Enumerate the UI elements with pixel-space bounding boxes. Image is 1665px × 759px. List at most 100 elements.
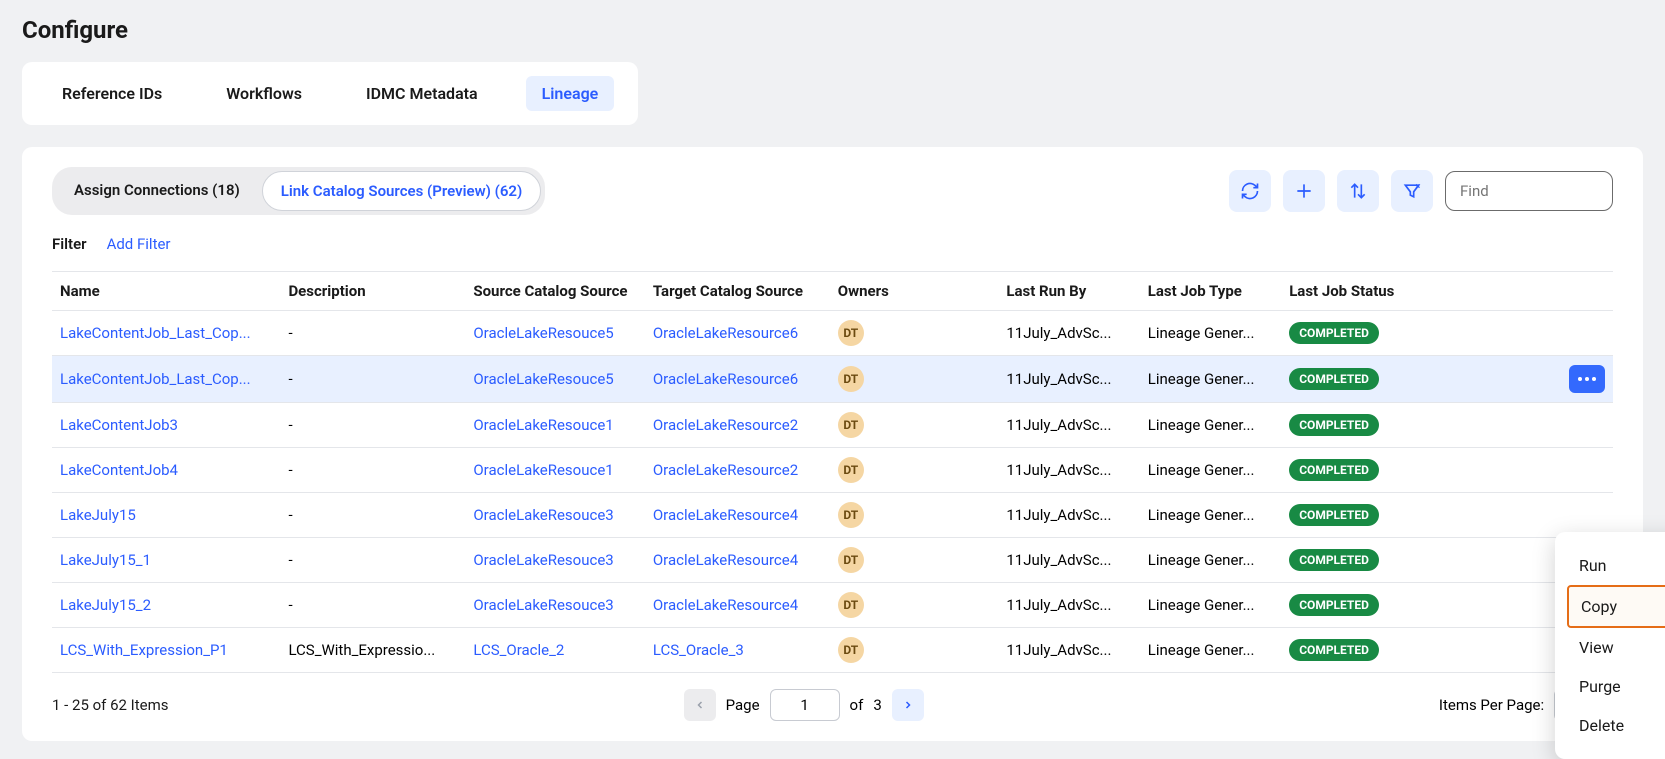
table-row[interactable]: LakeJuly15-OracleLakeResouce3OracleLakeR… (52, 493, 1613, 538)
row-target-link[interactable]: OracleLakeResource4 (645, 583, 830, 628)
table-row[interactable]: LakeContentJob4-OracleLakeResouce1Oracle… (52, 448, 1613, 493)
row-source-link[interactable]: OracleLakeResouce1 (465, 403, 644, 448)
filter-toggle-button[interactable] (1391, 170, 1433, 212)
column-source-catalog[interactable]: Source Catalog Source (465, 272, 644, 311)
table-row[interactable]: LakeContentJob3-OracleLakeResouce1Oracle… (52, 403, 1613, 448)
row-name-link[interactable]: LakeContentJob_Last_Cop... (52, 311, 280, 356)
row-source-link[interactable]: OracleLakeResouce3 (465, 583, 644, 628)
sort-icon (1348, 181, 1368, 201)
row-name-link[interactable]: LakeContentJob4 (52, 448, 280, 493)
refresh-button[interactable] (1229, 170, 1271, 212)
subtab-assign-connections[interactable]: Assign Connections (18) (56, 171, 258, 211)
main-panel: Assign Connections (18) Link Catalog Sou… (22, 147, 1643, 741)
tab-workflows[interactable]: Workflows (210, 76, 318, 111)
toolbar-row: Assign Connections (18) Link Catalog Sou… (52, 167, 1613, 215)
sort-button[interactable] (1337, 170, 1379, 212)
row-last-job-status: COMPLETED (1281, 356, 1558, 403)
row-description: LCS_With_Expressio... (280, 628, 465, 673)
owner-badge: DT (838, 320, 864, 346)
table-row[interactable]: LakeJuly15_1-OracleLakeResouce3OracleLak… (52, 538, 1613, 583)
row-last-run-by: 11July_AdvSc... (998, 583, 1139, 628)
tab-reference-ids[interactable]: Reference IDs (46, 76, 178, 111)
row-last-job-type: Lineage Gener... (1140, 311, 1281, 356)
owner-badge: DT (838, 457, 864, 483)
row-source-link[interactable]: OracleLakeResouce3 (465, 538, 644, 583)
owner-badge: DT (838, 547, 864, 573)
row-last-run-by: 11July_AdvSc... (998, 628, 1139, 673)
row-actions-button[interactable] (1569, 365, 1605, 393)
row-last-job-type: Lineage Gener... (1140, 538, 1281, 583)
table-row[interactable]: LakeContentJob_Last_Cop...-OracleLakeRes… (52, 311, 1613, 356)
row-last-job-status: COMPLETED (1281, 493, 1558, 538)
row-source-link[interactable]: OracleLakeResouce5 (465, 356, 644, 403)
row-source-link[interactable]: OracleLakeResouce1 (465, 448, 644, 493)
owner-badge: DT (838, 412, 864, 438)
row-last-job-status: COMPLETED (1281, 628, 1558, 673)
toolbar-actions (1229, 170, 1613, 212)
status-badge: COMPLETED (1289, 414, 1379, 436)
items-per-page-label: Items Per Page: (1439, 696, 1544, 714)
row-last-job-type: Lineage Gener... (1140, 448, 1281, 493)
row-owners: DT (830, 628, 999, 673)
search-input[interactable] (1445, 171, 1613, 211)
column-target-catalog[interactable]: Target Catalog Source (645, 272, 830, 311)
row-name-link[interactable]: LakeJuly15_1 (52, 538, 280, 583)
tab-lineage[interactable]: Lineage (526, 76, 615, 111)
column-owners[interactable]: Owners (830, 272, 999, 311)
prev-page-button[interactable] (684, 689, 716, 721)
context-menu-copy[interactable]: Copy (1567, 585, 1665, 628)
row-description: - (280, 356, 465, 403)
row-owners: DT (830, 583, 999, 628)
row-name-link[interactable]: LakeJuly15 (52, 493, 280, 538)
owner-badge: DT (838, 502, 864, 528)
row-last-job-type: Lineage Gener... (1140, 628, 1281, 673)
page-title: Configure (22, 0, 1643, 62)
owner-badge: DT (838, 637, 864, 663)
context-menu-run[interactable]: Run (1567, 546, 1665, 585)
table-row[interactable]: LakeJuly15_2-OracleLakeResouce3OracleLak… (52, 583, 1613, 628)
row-context-menu: Run Copy View Purge Delete (1555, 532, 1665, 759)
row-source-link[interactable]: OracleLakeResouce3 (465, 493, 644, 538)
row-target-link[interactable]: LCS_Oracle_3 (645, 628, 830, 673)
row-source-link[interactable]: LCS_Oracle_2 (465, 628, 644, 673)
add-filter-link[interactable]: Add Filter (107, 235, 171, 253)
row-source-link[interactable]: OracleLakeResouce5 (465, 311, 644, 356)
add-button[interactable] (1283, 170, 1325, 212)
row-target-link[interactable]: OracleLakeResource4 (645, 493, 830, 538)
row-name-link[interactable]: LCS_With_Expression_P1 (52, 628, 280, 673)
row-target-link[interactable]: OracleLakeResource6 (645, 356, 830, 403)
row-description: - (280, 311, 465, 356)
column-last-job-status[interactable]: Last Job Status (1281, 272, 1558, 311)
row-target-link[interactable]: OracleLakeResource4 (645, 538, 830, 583)
row-name-link[interactable]: LakeContentJob3 (52, 403, 280, 448)
status-badge: COMPLETED (1289, 549, 1379, 571)
next-page-button[interactable] (892, 689, 924, 721)
table-row[interactable]: LCS_With_Expression_P1LCS_With_Expressio… (52, 628, 1613, 673)
column-last-run-by[interactable]: Last Run By (998, 272, 1139, 311)
context-menu-delete[interactable]: Delete (1567, 706, 1665, 745)
subtab-link-catalog-sources[interactable]: Link Catalog Sources (Preview) (62) (262, 171, 541, 211)
column-last-job-type[interactable]: Last Job Type (1140, 272, 1281, 311)
row-description: - (280, 448, 465, 493)
context-menu-purge[interactable]: Purge (1567, 667, 1665, 706)
data-table: Name Description Source Catalog Source T… (52, 271, 1613, 673)
row-target-link[interactable]: OracleLakeResource2 (645, 448, 830, 493)
row-name-link[interactable]: LakeJuly15_2 (52, 583, 280, 628)
row-name-link[interactable]: LakeContentJob_Last_Cop... (52, 356, 280, 403)
column-description[interactable]: Description (280, 272, 465, 311)
row-last-job-type: Lineage Gener... (1140, 493, 1281, 538)
row-last-run-by: 11July_AdvSc... (998, 356, 1139, 403)
tab-idmc-metadata[interactable]: IDMC Metadata (350, 76, 494, 111)
filter-row: Filter Add Filter (52, 235, 1613, 253)
pagination-controls: Page of 3 (684, 689, 924, 721)
row-description: - (280, 538, 465, 583)
column-name[interactable]: Name (52, 272, 280, 311)
subtabs: Assign Connections (18) Link Catalog Sou… (52, 167, 545, 215)
row-target-link[interactable]: OracleLakeResource6 (645, 311, 830, 356)
table-row[interactable]: LakeContentJob_Last_Cop...-OracleLakeRes… (52, 356, 1613, 403)
context-menu-view[interactable]: View (1567, 628, 1665, 667)
page-input[interactable] (770, 689, 840, 721)
status-badge: COMPLETED (1289, 368, 1379, 390)
row-target-link[interactable]: OracleLakeResource2 (645, 403, 830, 448)
total-pages: 3 (873, 696, 881, 714)
